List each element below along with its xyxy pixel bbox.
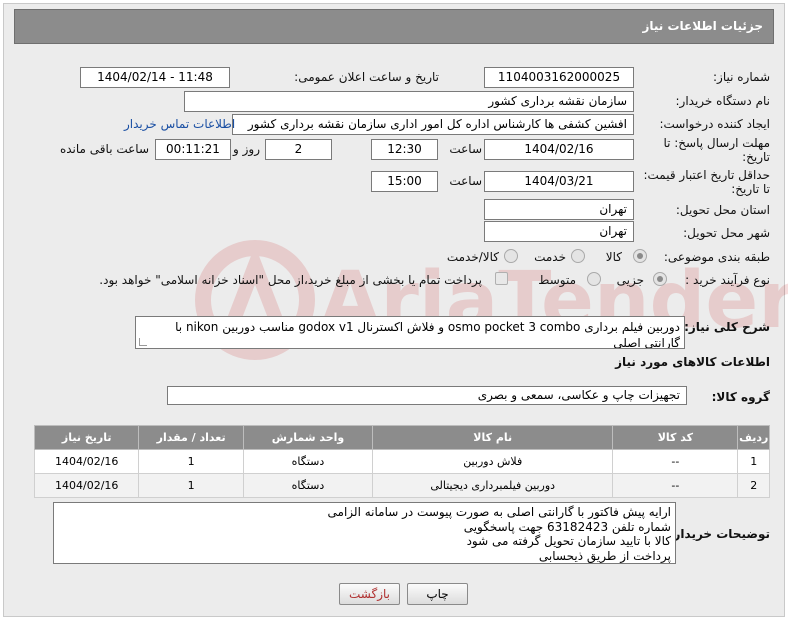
buyer-org-field: سازمان نقشه برداری کشور [184,91,634,112]
cell-row-number: 1 [737,449,770,474]
cell-item-code: -- [612,449,739,474]
back-button[interactable]: بازگشت [339,583,400,605]
treasury-payment-note: پرداخت تمام یا بخشی از مبلغ خرید،از محل … [99,273,482,287]
print-button[interactable]: چاپ [407,583,468,605]
process-option-minor: جزیی [616,273,644,287]
goods-table: ردیف کد کالا نام کالا واحد شمارش تعداد /… [33,425,770,498]
buyer-notes-line: کالا با تایید سازمان تحویل گرفته می شود [466,534,671,548]
cell-item-code: -- [612,473,739,498]
delivery-city-field: تهران [484,221,634,242]
announce-datetime-label: تاریخ و ساعت اعلان عمومی: [294,70,439,84]
category-option-service: خدمت [534,250,566,264]
resize-handle-icon[interactable] [139,338,147,346]
cell-need-date: 1404/02/16 [33,473,140,498]
general-desc-textarea[interactable]: دوربین فیلم برداری osmo pocket 3 combo و… [135,316,685,349]
reply-deadline-time-field: 12:30 [371,139,438,160]
cell-item-name: فلاش دوربین [372,449,614,474]
delivery-province-label: استان محل تحویل: [675,203,770,217]
cell-quantity: 1 [138,473,244,498]
days-label: روز و [233,142,260,156]
category-radio-service[interactable] [571,249,585,263]
treasury-payment-checkbox[interactable] [495,272,508,285]
cell-quantity: 1 [138,449,244,474]
reply-deadline-time-label: ساعت [449,142,482,156]
cell-need-date: 1404/02/16 [33,449,140,474]
category-option-goods-service: کالا/خدمت [446,250,499,264]
cell-unit: دستگاه [242,473,374,498]
col-header-need-date: تاریخ نیاز [33,425,140,450]
cell-row-number: 2 [737,473,770,498]
goods-info-title: اطلاعات کالاهای مورد نیاز [615,355,770,369]
col-header-item-code: کد کالا [612,425,739,450]
price-validity-label-1: حداقل تاریخ اعتبار قیمت: [643,168,770,182]
general-desc-label: شرح کلی نیاز: [684,320,770,334]
header-bar: جزئیات اطلاعات نیاز [14,9,774,44]
buyer-org-label: نام دستگاه خریدار: [675,94,771,108]
process-type-label: نوع فرآیند خرید : [685,273,770,287]
remaining-time-field: 00:11:21 [155,139,231,160]
goods-group-label: گروه کالا: [711,390,770,404]
price-validity-label-2: تا تاریخ: [731,182,770,196]
goods-group-field: تجهیزات چاپ و عکاسی، سمعی و بصری [167,386,687,405]
process-radio-minor[interactable] [653,272,667,286]
remaining-time-label: ساعت باقی مانده [59,142,149,156]
table-row: 1 -- فلاش دوربین دستگاه 1 1404/02/16 [33,449,770,474]
table-header-row: ردیف کد کالا نام کالا واحد شمارش تعداد /… [33,425,770,450]
process-radio-medium[interactable] [587,272,601,286]
col-header-quantity: تعداد / مقدار [138,425,244,450]
table-row: 2 -- دوربین فیلمبرداری دیجیتالی دستگاه 1… [33,473,770,498]
page-title: جزئیات اطلاعات نیاز [642,19,763,33]
price-validity-time-field: 15:00 [371,171,438,192]
need-number-field: 1104003162000025 [484,67,634,88]
category-option-goods: کالا [605,250,622,264]
price-validity-time-label: ساعت [449,174,482,188]
price-validity-date-field: 1404/03/21 [484,171,634,192]
delivery-province-field: تهران [484,199,634,220]
buyer-notes-line: شماره تلفن 63182423 جهت پاسخگویی [463,519,671,534]
category-label: طبقه بندی موضوعی: [663,250,770,264]
buyer-notes-textarea[interactable]: ارایه پیش فاکتور با گارانتی اصلی به صورت… [53,502,676,564]
reply-deadline-date-field: 1404/02/16 [484,139,634,160]
category-radio-goods[interactable] [633,249,647,263]
general-desc-text: دوربین فیلم برداری osmo pocket 3 combo و… [175,320,680,349]
reply-deadline-label-2: تاریخ: [742,150,770,164]
col-header-row-number: ردیف [737,425,770,450]
buyer-contact-link[interactable]: اطلاعات تماس خریدار [124,117,235,131]
category-radio-goods-service[interactable] [504,249,518,263]
reply-deadline-days-field: 2 [265,139,332,160]
delivery-city-label: شهر محل تحویل: [683,226,770,240]
requester-label: ایجاد کننده درخواست: [659,117,770,131]
announce-datetime-field: 1404/02/14 - 11:48 [80,67,230,88]
cell-item-name: دوربین فیلمبرداری دیجیتالی [372,473,614,498]
requester-field: افشین کشفی ها کارشناس اداره کل امور ادار… [232,114,634,135]
buyer-notes-label: توضیحات خریدار: [668,527,770,541]
buyer-notes-line: ارایه پیش فاکتور با گارانتی اصلی به صورت… [327,505,671,519]
buyer-notes-line: پرداخت از طریق ذیحسابی [538,548,671,563]
col-header-item-name: نام کالا [372,425,614,450]
process-option-medium: متوسط [538,273,576,287]
cell-unit: دستگاه [242,449,374,474]
col-header-unit: واحد شمارش [242,425,374,450]
reply-deadline-label-1: مهلت ارسال پاسخ: تا [663,136,770,150]
need-number-label: شماره نیاز: [713,70,770,84]
